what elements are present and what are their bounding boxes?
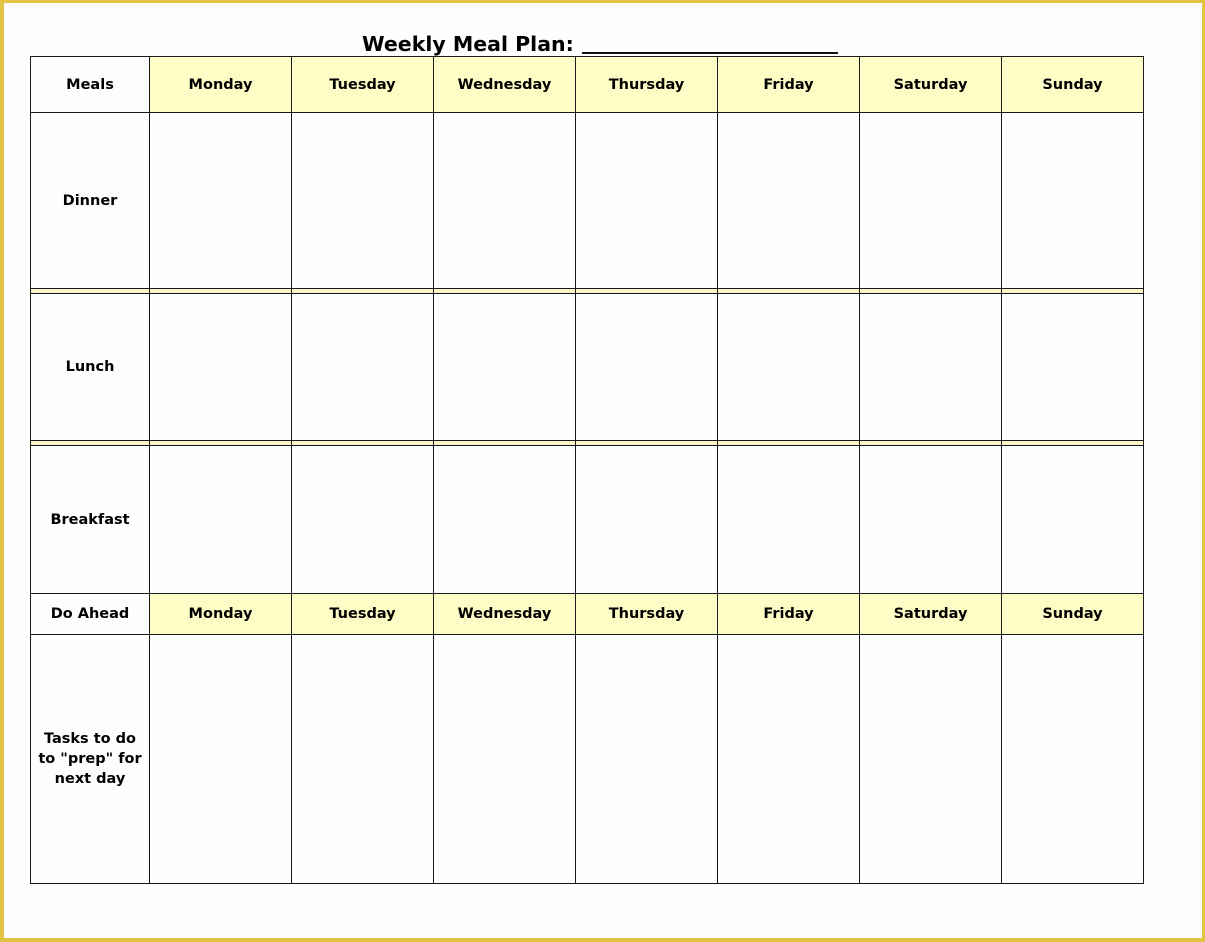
lunch-cell-sunday[interactable]	[1001, 293, 1144, 441]
do-ahead-day-sunday: Sunday	[1001, 593, 1144, 635]
tasks-label-line-1: Tasks to do	[43, 731, 137, 747]
lunch-cell-wednesday[interactable]	[433, 293, 576, 441]
meal-plan-table: Meals Monday Tuesday Wednesday Thursday …	[30, 56, 1144, 884]
tasks-cell-thursday[interactable]	[575, 634, 718, 884]
dinner-cell-friday[interactable]	[717, 112, 860, 289]
tasks-row: Tasks to do to "prep" for next day	[30, 634, 1144, 884]
row-label-lunch: Lunch	[30, 293, 150, 441]
breakfast-cell-wednesday[interactable]	[433, 445, 576, 594]
breakfast-row: Breakfast	[30, 445, 1144, 594]
lunch-row: Lunch	[30, 293, 1144, 441]
day-header-friday: Friday	[717, 56, 860, 113]
header-row: Meals Monday Tuesday Wednesday Thursday …	[30, 56, 1144, 113]
do-ahead-day-wednesday: Wednesday	[433, 593, 576, 635]
day-header-wednesday: Wednesday	[433, 56, 576, 113]
lunch-cell-monday[interactable]	[149, 293, 292, 441]
tasks-cell-saturday[interactable]	[859, 634, 1002, 884]
day-header-saturday: Saturday	[859, 56, 1002, 113]
tasks-label-line-3: next day	[54, 771, 126, 787]
dinner-row: Dinner	[30, 112, 1144, 289]
breakfast-cell-tuesday[interactable]	[291, 445, 434, 594]
page-title: Weekly Meal Plan:	[362, 30, 838, 56]
dinner-cell-wednesday[interactable]	[433, 112, 576, 289]
breakfast-cell-monday[interactable]	[149, 445, 292, 594]
day-header-tuesday: Tuesday	[291, 56, 434, 113]
row-label-dinner: Dinner	[30, 112, 150, 289]
day-header-thursday: Thursday	[575, 56, 718, 113]
do-ahead-day-saturday: Saturday	[859, 593, 1002, 635]
do-ahead-day-monday: Monday	[149, 593, 292, 635]
row-label-breakfast: Breakfast	[30, 445, 150, 594]
dinner-cell-saturday[interactable]	[859, 112, 1002, 289]
tasks-cell-tuesday[interactable]	[291, 634, 434, 884]
day-header-sunday: Sunday	[1001, 56, 1144, 113]
tasks-cell-wednesday[interactable]	[433, 634, 576, 884]
row-label-tasks: Tasks to do to "prep" for next day	[30, 634, 150, 884]
plan-name-blank-line[interactable]	[581, 32, 838, 54]
breakfast-cell-saturday[interactable]	[859, 445, 1002, 594]
do-ahead-day-tuesday: Tuesday	[291, 593, 434, 635]
do-ahead-day-thursday: Thursday	[575, 593, 718, 635]
dinner-cell-monday[interactable]	[149, 112, 292, 289]
do-ahead-header-row: Do Ahead Monday Tuesday Wednesday Thursd…	[30, 593, 1144, 635]
lunch-cell-friday[interactable]	[717, 293, 860, 441]
day-header-monday: Monday	[149, 56, 292, 113]
dinner-cell-tuesday[interactable]	[291, 112, 434, 289]
breakfast-cell-friday[interactable]	[717, 445, 860, 594]
lunch-cell-thursday[interactable]	[575, 293, 718, 441]
tasks-cell-sunday[interactable]	[1001, 634, 1144, 884]
do-ahead-header: Do Ahead	[30, 593, 150, 635]
meals-header: Meals	[30, 56, 150, 113]
dinner-cell-thursday[interactable]	[575, 112, 718, 289]
lunch-cell-saturday[interactable]	[859, 293, 1002, 441]
tasks-cell-friday[interactable]	[717, 634, 860, 884]
lunch-cell-tuesday[interactable]	[291, 293, 434, 441]
tasks-label-line-2: to "prep" for	[38, 751, 142, 767]
tasks-cell-monday[interactable]	[149, 634, 292, 884]
breakfast-cell-sunday[interactable]	[1001, 445, 1144, 594]
do-ahead-day-friday: Friday	[717, 593, 860, 635]
breakfast-cell-thursday[interactable]	[575, 445, 718, 594]
page-title-text: Weekly Meal Plan:	[362, 32, 574, 56]
dinner-cell-sunday[interactable]	[1001, 112, 1144, 289]
